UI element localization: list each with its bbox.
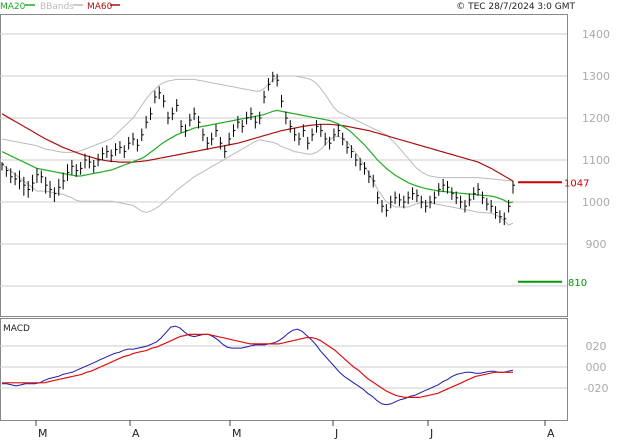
legend: MA20 BBands MA60	[0, 2, 120, 12]
price-tick-label: 1000	[582, 196, 610, 209]
price-tick-label: 1200	[582, 112, 610, 125]
price-panel: 1047 810	[1, 71, 589, 289]
month-label: J	[429, 427, 433, 440]
month-label: J	[334, 427, 338, 440]
grid-lines	[0, 33, 567, 389]
macd-tick-label: 000	[586, 361, 607, 374]
bband-upper-line	[1, 75, 514, 182]
month-label: A	[547, 427, 555, 440]
ma20-line	[1, 109, 514, 204]
price-tick-label: 1100	[582, 154, 610, 167]
support-level-label: 810	[568, 278, 587, 289]
chart-svg: 1047 810 1400 1300 1200 1100 1000 900 020 000 -02…	[0, 2, 610, 440]
month-label: A	[132, 427, 140, 440]
macd-tick-label: -020	[584, 382, 609, 395]
legend-ma60: MA60	[87, 2, 113, 12]
macd-panel	[2, 325, 514, 406]
legend-bbands: BBands	[40, 2, 74, 12]
macd-line	[2, 325, 514, 406]
ma60-line	[1, 113, 514, 182]
month-label: M	[38, 427, 48, 440]
axis-labels: 1400 1300 1200 1100 1000 900 020 000 -020 M A M J J A	[35, 28, 610, 440]
copyright-text: © TEC 28/7/2024 3:0 GMT	[456, 2, 575, 12]
price-tick-label: 1300	[582, 70, 610, 83]
legend-ma20: MA20	[0, 2, 26, 12]
month-label: M	[232, 427, 242, 440]
macd-panel-border	[0, 318, 568, 421]
macd-title: MACD	[3, 324, 30, 334]
resistance-level-label: 1047	[564, 178, 589, 189]
bband-lower-line	[1, 135, 514, 226]
price-panel-border	[0, 14, 568, 317]
macd-tick-label: 020	[586, 340, 607, 353]
price-tick-label: 900	[586, 238, 607, 251]
chart-background	[0, 14, 568, 421]
price-tick-label: 1400	[582, 28, 610, 41]
